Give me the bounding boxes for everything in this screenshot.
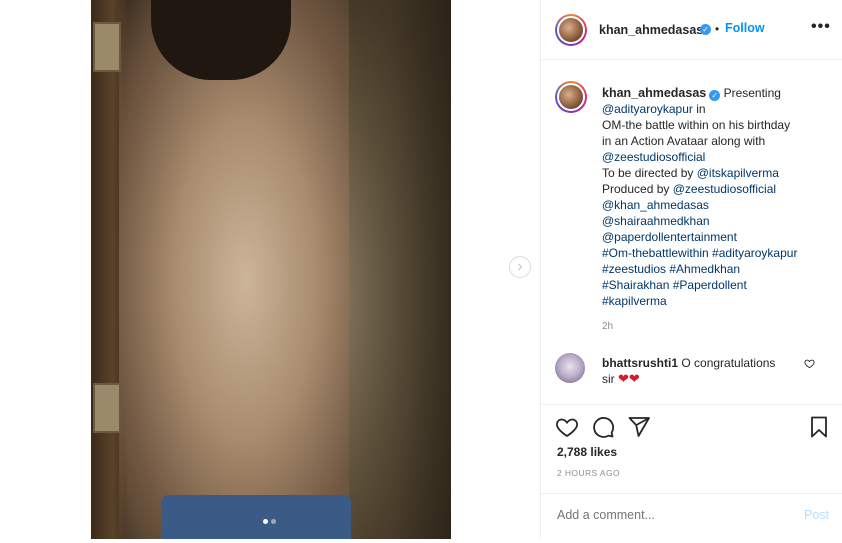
caption-line: khan_ahmedasas ✓ Presenting [602,85,832,101]
comment-body: O congratulations [681,356,776,370]
instagram-post: › khan_ahmedasas ✓ • Follow ••• khan_ahm… [0,0,842,539]
heart-emoji-icon: ❤❤ [618,371,640,386]
mention-link[interactable]: @itskapilverma [697,166,779,180]
author-username[interactable]: khan_ahmedasas [599,23,703,37]
post-caption: khan_ahmedasas ✓ Presenting @adityaroykap… [602,85,832,335]
hashtag-link[interactable]: #kapilverma [602,293,832,309]
commenter-avatar[interactable] [555,353,585,383]
paper-plane-icon[interactable] [627,415,651,439]
caption-line: OM-the battle within on his birthday [602,118,791,132]
mention-link[interactable]: @zeestudiosofficial [673,182,776,196]
caption-author-avatar[interactable] [555,81,587,113]
post-comment-button[interactable]: Post [804,508,829,522]
more-horizontal-icon[interactable]: ••• [811,18,831,36]
post-actions: 2,788 likes 2 HOURS AGO Post [541,405,842,543]
header-separator: • [715,22,720,36]
caption-line: @adityaroykapur in [602,101,832,117]
caption-timestamp[interactable]: 2h [602,319,832,335]
bookmark-icon[interactable] [807,415,831,439]
caption-text: in [692,102,706,116]
follow-button[interactable]: Follow [725,21,765,35]
mention-link[interactable]: @zeestudiosofficial [602,149,832,165]
caption-text: Presenting [723,86,781,100]
hashtag-link[interactable]: #zeestudios #Ahmedkhan [602,261,832,277]
verified-badge-icon: ✓ [700,24,711,35]
post-media-area: › [0,0,540,539]
comment-input[interactable] [557,508,777,522]
add-comment-bar: Post [541,493,842,539]
photo-jeans [161,495,351,539]
comment-bubble-icon[interactable] [591,415,615,439]
post-photo[interactable] [91,0,451,539]
carousel-dot-active [263,519,268,524]
post-header: khan_ahmedasas ✓ • Follow ••• [541,0,842,60]
commenter-username[interactable]: bhattsrushti1 [602,356,678,370]
caption-line: To be directed by @itskapilverma [602,165,832,181]
caption-text: Produced by [602,182,673,196]
post-time-ago[interactable]: 2 HOURS AGO [557,468,620,478]
hashtag-link[interactable]: #Shairakhan #Paperdollent [602,277,832,293]
post-side-panel: khan_ahmedasas ✓ • Follow ••• khan_ahmed… [540,0,842,539]
comment-body: sir [602,372,615,386]
chevron-right-icon[interactable]: › [509,256,531,278]
caption-line: in an Action Avataar along with [602,134,766,148]
mention-link[interactable]: @paperdollentertainment [602,229,832,245]
comment-text: bhattsrushti1 O congratulations sir ❤❤ [602,355,802,387]
caption-username[interactable]: khan_ahmedasas [602,86,706,100]
photo-hinge [93,22,121,72]
photo-figure [119,0,349,539]
mention-link[interactable]: @shairaahmedkhan [602,213,832,229]
photo-hinge [93,383,121,433]
caption-line: Produced by @zeestudiosofficial [602,181,832,197]
heart-icon[interactable] [555,415,579,439]
comments-section: khan_ahmedasas ✓ Presenting @adityaroykap… [541,61,842,405]
carousel-dot [271,519,276,524]
mention-link[interactable]: @khan_ahmedasas [602,197,832,213]
likes-count[interactable]: 2,788 likes [557,445,617,459]
verified-badge-icon: ✓ [709,90,721,101]
author-avatar[interactable] [555,14,587,46]
hashtag-link[interactable]: #Om-thebattlewithin #adityaroykapur [602,245,832,261]
caption-text: To be directed by [602,166,697,180]
carousel-dots [263,519,276,524]
mention-link[interactable]: @adityaroykapur [602,102,693,116]
comment-like-heart-icon[interactable] [804,358,815,372]
